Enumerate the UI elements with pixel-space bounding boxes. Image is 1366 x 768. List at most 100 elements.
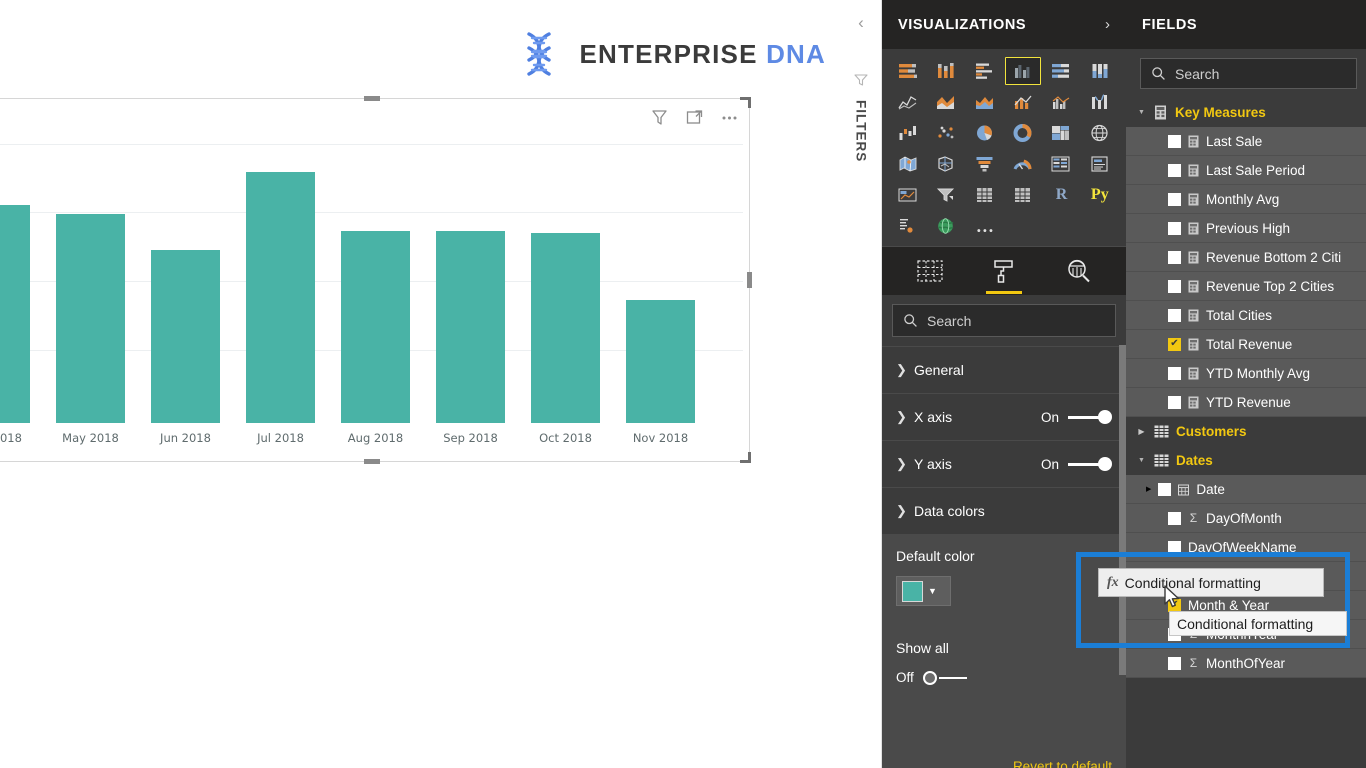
visual-header-toolbar[interactable]: [650, 108, 739, 127]
format-section-x-axis[interactable]: ❯ X axis On: [882, 393, 1126, 440]
field-row[interactable]: Monthly Avg: [1126, 185, 1366, 214]
field-checkbox[interactable]: [1168, 134, 1181, 148]
report-canvas[interactable]: ENTERPRISE DNA 018 May 2018 Jun 2018 Jul…: [0, 0, 841, 768]
ribbon-chart-icon[interactable]: [1082, 88, 1118, 116]
field-row[interactable]: Revenue Top 2 Cities: [1126, 272, 1366, 301]
chart-bar[interactable]: [626, 300, 695, 423]
fields-table-customers[interactable]: ▶ Customers: [1126, 417, 1366, 446]
stacked-area-chart-icon[interactable]: [967, 88, 1003, 116]
show-all-toggle[interactable]: [922, 670, 967, 685]
tab-analytics[interactable]: [1058, 251, 1098, 291]
visualizations-pane-tabs[interactable]: [882, 247, 1126, 295]
multi-row-card-icon[interactable]: [1043, 150, 1079, 178]
fields-table-key-measures[interactable]: ▼ Key Measures: [1126, 98, 1366, 127]
more-visuals-icon[interactable]: …: [967, 212, 1003, 240]
arcgis-maps-icon[interactable]: [928, 212, 964, 240]
chart-bar[interactable]: [151, 250, 220, 423]
chart-bar[interactable]: [531, 233, 600, 423]
triangle-down-icon[interactable]: ▼: [1136, 457, 1147, 464]
resize-corner-bottom-right[interactable]: [740, 452, 751, 463]
line-chart-icon[interactable]: [890, 88, 926, 116]
r-script-visual-icon[interactable]: R: [1043, 181, 1079, 209]
pie-chart-icon[interactable]: [967, 119, 1003, 147]
field-row[interactable]: YTD Revenue: [1126, 388, 1366, 417]
default-color-swatch[interactable]: [902, 580, 923, 602]
resize-corner-top-right[interactable]: [740, 97, 751, 108]
card-icon[interactable]: [1082, 150, 1118, 178]
field-row[interactable]: Last Sale Period: [1126, 156, 1366, 185]
chart-bar-slot[interactable]: [138, 144, 233, 423]
chart-bar-slot[interactable]: [328, 144, 423, 423]
chart-bar[interactable]: [436, 230, 505, 423]
clustered-column-chart-icon[interactable]: [1004, 57, 1042, 85]
chart-bar[interactable]: [0, 205, 30, 423]
line-and-clustered-column-chart-icon[interactable]: [1043, 88, 1079, 116]
area-chart-icon[interactable]: [928, 88, 964, 116]
field-checkbox[interactable]: [1168, 192, 1181, 206]
x-axis-toggle[interactable]: [1068, 410, 1112, 424]
gauge-chart-icon[interactable]: [1005, 150, 1041, 178]
field-checkbox[interactable]: [1168, 308, 1181, 322]
format-search-input[interactable]: Search: [892, 304, 1116, 337]
stacked-bar-chart-icon[interactable]: [890, 57, 926, 85]
format-section-y-axis[interactable]: ❯ Y axis On: [882, 440, 1126, 487]
field-row[interactable]: ▶ Date: [1126, 475, 1366, 504]
default-color-picker[interactable]: ▼: [896, 576, 951, 606]
y-axis-toggle[interactable]: [1068, 457, 1112, 471]
field-checkbox[interactable]: [1168, 366, 1181, 380]
field-row[interactable]: DayOfWeekName: [1126, 533, 1366, 562]
python-visual-icon[interactable]: Py: [1082, 181, 1118, 209]
more-options-icon[interactable]: [720, 108, 739, 127]
funnel-chart-icon[interactable]: [967, 150, 1003, 178]
filters-pane-collapsed[interactable]: ‹ FILTERS: [841, 0, 882, 768]
chart-bar-slot[interactable]: [233, 144, 328, 423]
format-pane-scrollbar[interactable]: [1119, 345, 1126, 675]
field-row[interactable]: Last Sale: [1126, 127, 1366, 156]
chevron-right-icon[interactable]: ›: [1105, 16, 1110, 33]
field-checkbox[interactable]: [1168, 511, 1181, 525]
slicer-icon[interactable]: [928, 181, 964, 209]
table-icon[interactable]: [967, 181, 1003, 209]
chart-bar-slot[interactable]: [518, 144, 613, 423]
fields-search-input[interactable]: Search: [1140, 58, 1357, 89]
100-percent-stacked-bar-chart-icon[interactable]: [1043, 57, 1079, 85]
visual-type-gallery[interactable]: R Py …: [882, 49, 1126, 247]
visualizations-pane[interactable]: VISUALIZATIONS › R Py… Search ❯ General …: [882, 0, 1126, 768]
fields-pane[interactable]: FIELDS Search ▼ Key Measures Last Sale Last…: [1126, 0, 1366, 768]
field-checkbox[interactable]: [1168, 540, 1181, 554]
kpi-icon[interactable]: [890, 181, 926, 209]
chart-bar-slot[interactable]: [0, 144, 43, 423]
stacked-column-chart-icon[interactable]: [928, 57, 964, 85]
focus-mode-icon[interactable]: [685, 108, 704, 127]
matrix-icon[interactable]: [1005, 181, 1041, 209]
field-checkbox[interactable]: [1168, 221, 1181, 235]
scatter-chart-icon[interactable]: [928, 119, 964, 147]
chart-bar[interactable]: [246, 171, 315, 423]
tab-fields[interactable]: [910, 251, 950, 291]
field-checkbox[interactable]: [1168, 250, 1181, 264]
field-checkbox[interactable]: [1168, 163, 1181, 177]
column-chart-visual[interactable]: Apr 2018 May 2018 Jun 2018 Jul 2018 Aug 2018…: [0, 96, 752, 464]
resize-handle-bottom[interactable]: [364, 459, 380, 464]
resize-handle-top[interactable]: [364, 96, 380, 101]
field-checkbox[interactable]: [1168, 656, 1181, 670]
field-row[interactable]: Previous High: [1126, 214, 1366, 243]
chevron-left-icon[interactable]: ‹: [858, 14, 864, 31]
conditional-formatting-menu-item[interactable]: fx Conditional formatting: [1098, 568, 1324, 597]
format-section-general[interactable]: ❯ General: [882, 346, 1126, 393]
chart-bar[interactable]: [341, 230, 410, 423]
resize-handle-right[interactable]: [747, 272, 752, 288]
field-row[interactable]: Total Cities: [1126, 301, 1366, 330]
triangle-right-icon[interactable]: ▶: [1136, 427, 1147, 436]
treemap-icon[interactable]: [1043, 119, 1079, 147]
tab-format[interactable]: [984, 251, 1024, 294]
chart-bar-slot[interactable]: [423, 144, 518, 423]
shape-map-icon[interactable]: [928, 150, 964, 178]
chevron-down-icon[interactable]: ▼: [928, 586, 937, 596]
field-row[interactable]: Revenue Bottom 2 Citi: [1126, 243, 1366, 272]
map-icon[interactable]: [1082, 119, 1118, 147]
chart-bar[interactable]: [56, 213, 125, 423]
filter-icon[interactable]: [650, 108, 669, 127]
field-row[interactable]: ✔ Total Revenue: [1126, 330, 1366, 359]
revert-to-default-button[interactable]: Revert to default: [1013, 759, 1112, 768]
